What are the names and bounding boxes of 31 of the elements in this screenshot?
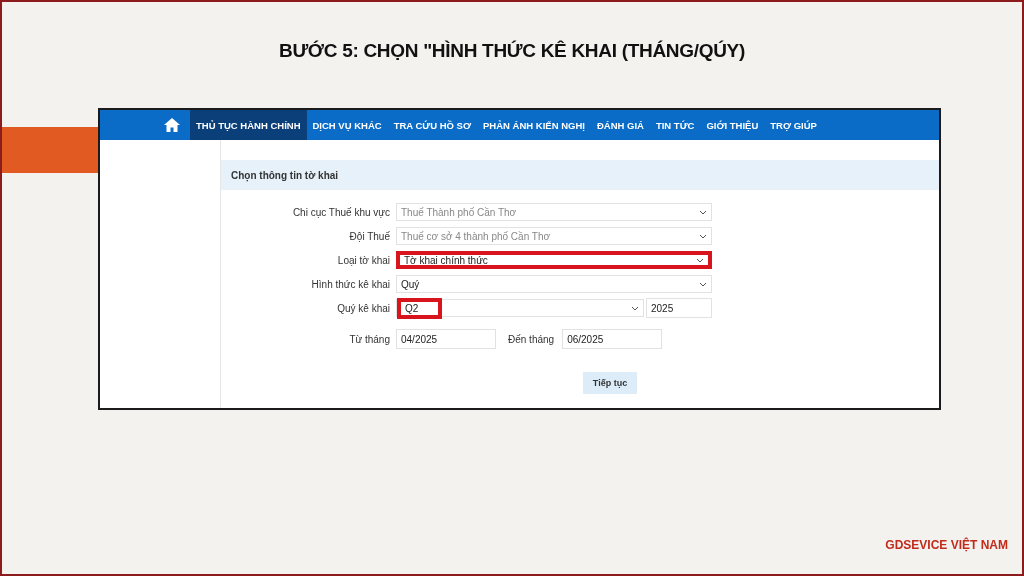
- nav-item[interactable]: DỊCH VỤ KHÁC: [306, 110, 388, 140]
- nav-item[interactable]: TRA CỨU HỒ SƠ: [387, 110, 478, 140]
- section-title: Chọn thông tin tờ khai: [231, 169, 339, 181]
- nav-item[interactable]: TIN TỨC: [649, 110, 701, 140]
- caret-icon: [696, 257, 704, 263]
- field-label: Đội Thuế: [348, 230, 391, 242]
- nav-item[interactable]: GIỚI THIỆU: [700, 110, 765, 140]
- caret-icon: [699, 209, 707, 215]
- field-label: Đến tháng: [508, 333, 555, 345]
- field-label: Từ tháng: [348, 333, 391, 345]
- nav-item[interactable]: PHẢN ÁNH KIẾN NGHỊ: [477, 110, 591, 140]
- field-label: Hình thức kê khai: [310, 278, 391, 290]
- field-label: Quý kê khai: [336, 302, 391, 314]
- field-label: Chi cục Thuế khu vực: [291, 206, 391, 218]
- caret-icon: [631, 305, 639, 311]
- input-field[interactable]: 2025: [646, 298, 712, 318]
- select-field[interactable]: Q2: [396, 299, 644, 317]
- brand-name: GDSEVICE VIỆT NAM: [885, 538, 1008, 552]
- caret-icon: [699, 233, 707, 239]
- nav-item[interactable]: THỦ TỤC HÀNH CHÍNH: [190, 110, 307, 140]
- input-field[interactable]: 04/2025: [396, 329, 496, 349]
- input-field[interactable]: 06/2025: [562, 329, 663, 349]
- field-label: Loại tờ khai: [336, 254, 391, 266]
- nav-item[interactable]: ĐÁNH GIÁ: [590, 110, 650, 140]
- continue-button[interactable]: Tiếp tục: [582, 372, 638, 394]
- select-field[interactable]: Quý: [396, 275, 712, 293]
- slide-title: BƯỚC 5: CHỌN "HÌNH THỨC KÊ KHAI (THÁNG/QÚY): [277, 40, 747, 62]
- nav-item[interactable]: TRỢ GIÚP: [764, 110, 823, 140]
- caret-icon: [699, 281, 707, 287]
- home-icon[interactable]: [164, 118, 180, 132]
- select-field[interactable]: Tờ khai chính thức: [396, 251, 712, 269]
